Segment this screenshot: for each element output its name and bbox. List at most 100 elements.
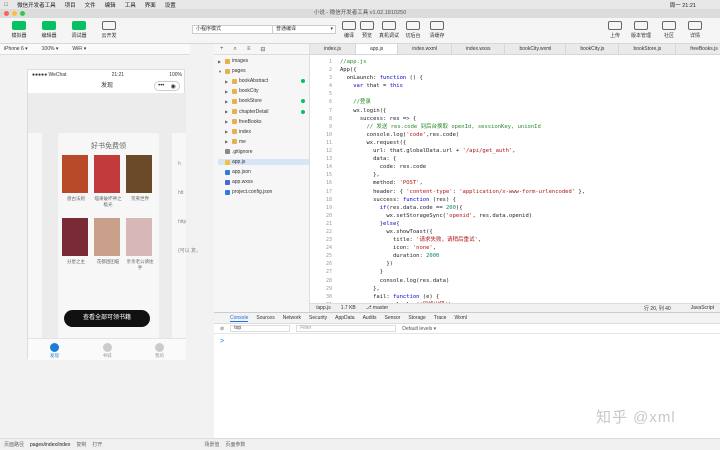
menu-item[interactable]: 编辑 — [105, 1, 116, 9]
code-line[interactable]: wx.showToast({ — [340, 228, 585, 236]
code-line[interactable]: onLaunch: function () { — [340, 74, 585, 82]
code-line[interactable]: title: '请求失败，请稍后重试', — [340, 236, 585, 244]
code-line[interactable]: success: res => { — [340, 115, 585, 123]
code-line[interactable]: icon: 'none', — [340, 244, 585, 252]
tree-item-index[interactable]: ▶ index — [225, 129, 309, 135]
devtools-tab-trace[interactable]: Trace — [434, 315, 447, 321]
devtools-tab-network[interactable]: Network — [283, 315, 301, 321]
code-line[interactable]: success: function (res) { — [340, 196, 585, 204]
view-all-books-button[interactable]: 查看全部可领书籍 — [64, 310, 150, 327]
language-mode[interactable]: JavaScript — [691, 305, 714, 312]
book-cover[interactable] — [94, 218, 120, 256]
editor-tab[interactable]: app.js — [355, 44, 399, 54]
tree-item-app-wxss[interactable]: app.wxss — [218, 179, 309, 185]
book-cover[interactable] — [94, 155, 120, 193]
code-line[interactable]: wx.login({ — [340, 107, 585, 115]
code-line[interactable]: url: that.globalData.url + '/api/get_aut… — [340, 147, 585, 155]
devtools-tab-wxml[interactable]: Wxml — [454, 315, 467, 321]
code-editor[interactable]: 1 2 3 4 5 6 7 8 9 10 11 12 13 14 15 16 17 18 19 20 21 22 23 24 2… — [310, 55, 720, 303]
copy-path-link[interactable]: 复制 — [76, 441, 86, 448]
code-line[interactable]: header: { 'content-type': 'application/x… — [340, 188, 585, 196]
tree-item-bookabstract[interactable]: ▶ bookAbstract — [225, 78, 309, 84]
tree-item-me[interactable]: ▶ me — [225, 139, 309, 145]
code-line[interactable]: wx.setStorageSync('openid', res.data.ope… — [340, 212, 585, 220]
menu-item[interactable]: 微信开发者工具 — [17, 1, 56, 9]
tab-bookcity[interactable]: 书城 — [81, 339, 134, 360]
code-line[interactable]: }, — [340, 285, 585, 293]
book-item[interactable]: 花都团团临 — [94, 218, 122, 265]
code-line[interactable]: var that = this — [340, 82, 585, 90]
git-branch[interactable]: ⎇ master — [366, 305, 388, 311]
book-item[interactable]: 荒夷世界 — [126, 155, 154, 202]
devtools-tab-sources[interactable]: Sources — [256, 315, 274, 321]
simulator-button[interactable]: 模拟器 — [6, 21, 32, 39]
split-icon[interactable]: ⊟ — [260, 46, 265, 53]
editor-button[interactable]: 编辑器 — [36, 21, 62, 39]
devtools-tab-console[interactable]: Console — [230, 315, 249, 322]
code-line[interactable]: // 发送 res.code 到后台换取 openId, sessionKey,… — [340, 123, 585, 131]
cursor-position[interactable]: 行 20, 列 40 — [644, 305, 671, 312]
search-icon[interactable]: ⌕ — [234, 46, 237, 53]
add-file-icon[interactable]: + — [220, 46, 224, 52]
apple-icon[interactable]:  — [4, 2, 8, 8]
code-line[interactable]: wx.request({ — [340, 139, 585, 147]
levels-select[interactable]: Default levels ▾ — [402, 326, 436, 332]
menu-icon[interactable]: ≡ — [247, 46, 251, 52]
code-line[interactable]: fail: function (e) { — [340, 293, 585, 301]
remote-debug-button[interactable]: 真机调试 — [376, 21, 402, 39]
tree-item-chapterdetail[interactable]: ▶ chapterDetail — [225, 109, 309, 115]
code-line[interactable]: duration: 2000 — [340, 252, 585, 260]
book-cover[interactable] — [126, 218, 152, 256]
code-line[interactable] — [340, 90, 585, 98]
community-button[interactable]: 社区 — [656, 21, 682, 39]
tree-item-app-json[interactable]: app.json — [218, 169, 309, 175]
minimize-window-icon[interactable] — [12, 11, 17, 16]
tree-item-gitignore[interactable]: .gitignore — [218, 149, 309, 155]
tree-item-bookcity[interactable]: ▶ bookCity — [225, 88, 309, 94]
menu-item[interactable]: 项目 — [65, 1, 76, 9]
debugger-button[interactable]: 调试器 — [66, 21, 92, 39]
code-line[interactable]: }) — [340, 260, 585, 268]
editor-tab[interactable]: index.wxss — [452, 44, 506, 54]
tree-item-project-config-json[interactable]: project.config.json — [218, 189, 309, 195]
menu-item[interactable]: 设置 — [165, 1, 176, 9]
capsule-menu[interactable]: ••• ◉ — [154, 81, 180, 91]
editor-tab[interactable]: bookStore.js — [619, 44, 677, 54]
menu-item[interactable]: 工具 — [125, 1, 136, 9]
network-select[interactable]: WiFi — [72, 46, 86, 52]
devtools-tab-appdata[interactable]: AppData — [335, 315, 354, 321]
code-line[interactable]: code: res.code — [340, 163, 585, 171]
menu-item[interactable]: 文件 — [85, 1, 96, 9]
tree-item-images[interactable]: ▶ images — [218, 58, 309, 64]
book-item[interactable]: 喵果破坏神之极光 — [94, 155, 122, 208]
book-item[interactable]: 亲亲老公请往手 — [126, 218, 154, 271]
book-cover[interactable] — [62, 218, 88, 256]
code-line[interactable]: data: { — [340, 155, 585, 163]
exit-icon[interactable]: ◉ — [171, 83, 176, 90]
code-line[interactable]: } — [340, 268, 585, 276]
code-line[interactable]: App({ — [340, 66, 585, 74]
tree-item-pages[interactable]: ▼ pages — [218, 68, 309, 74]
tab-me[interactable]: 我的 — [133, 339, 186, 360]
code-line[interactable]: //登录 — [340, 98, 585, 106]
scene-value[interactable]: 场景值 — [204, 441, 219, 448]
background-button[interactable]: 切后台 — [400, 21, 426, 39]
code-line[interactable]: if(res.data.code == 200){ — [340, 204, 585, 212]
code-line[interactable]: console.log('code',res.code) — [340, 131, 585, 139]
prev-card[interactable] — [28, 133, 42, 348]
details-button[interactable]: 详情 — [682, 21, 708, 39]
tree-item-bookstore[interactable]: ▶ bookStore — [225, 98, 309, 104]
devtools-tab-audits[interactable]: Audits — [363, 315, 377, 321]
device-select[interactable]: iPhone 6 — [4, 46, 28, 52]
code-line[interactable]: method: 'POST', — [340, 179, 585, 187]
mode-select[interactable]: 小程序模式 — [192, 25, 280, 34]
zoom-window-icon[interactable] — [20, 11, 25, 16]
code-line[interactable]: console.log(res.data) — [340, 277, 585, 285]
menu-item[interactable]: 界面 — [145, 1, 156, 9]
tab-discover[interactable]: 发现 — [28, 339, 81, 360]
more-icon[interactable]: ••• — [158, 83, 164, 89]
code-line[interactable]: }, — [340, 171, 585, 179]
editor-tab[interactable]: index.js — [310, 44, 356, 54]
code-line[interactable]: }else{ — [340, 220, 585, 228]
close-window-icon[interactable] — [4, 11, 9, 16]
